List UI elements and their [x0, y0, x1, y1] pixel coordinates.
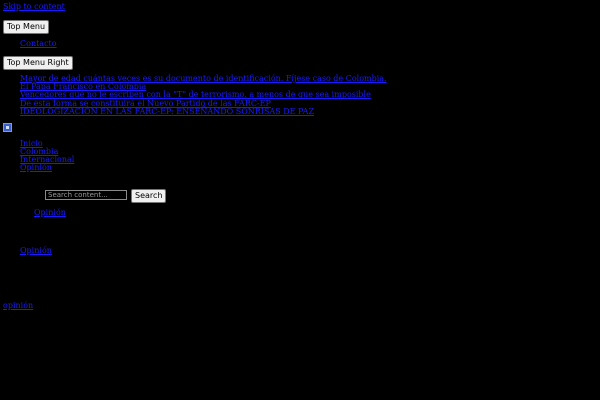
top-menu-button[interactable]: Top Menu — [3, 20, 50, 34]
top-menu-item-contacto[interactable]: Contacto — [20, 39, 57, 48]
top-menu-right-button[interactable]: Top Menu Right — [3, 56, 73, 70]
opinion-link[interactable]: Opinión — [34, 208, 66, 217]
broken-image-icon[interactable] — [3, 123, 12, 132]
search-button[interactable]: Search — [131, 189, 167, 203]
main-menu-list: Inicio Colombia Internacional Opinión — [20, 140, 74, 172]
main-menu-item-opinion[interactable]: Opinión — [20, 163, 52, 172]
list-item: IDEOLOGIZACIÓN EN LAS FARC-EP: ENSEÑANDO… — [20, 107, 387, 116]
list-item: Contacto — [20, 40, 57, 48]
top-menu-list: Contacto — [20, 40, 57, 48]
top-menu-right-list: Mayor de edad cuántas veces es su docume… — [20, 74, 387, 116]
search-input[interactable] — [45, 190, 127, 200]
skip-to-content-link[interactable]: Skip to content — [3, 2, 65, 11]
footer-opinion-link[interactable]: opinión — [3, 301, 33, 310]
opinion-link-secondary[interactable]: Opinión — [20, 246, 52, 255]
news-link-5[interactable]: IDEOLOGIZACIÓN EN LAS FARC-EP: ENSEÑANDO… — [20, 107, 314, 116]
list-item: Opinión — [20, 164, 74, 172]
